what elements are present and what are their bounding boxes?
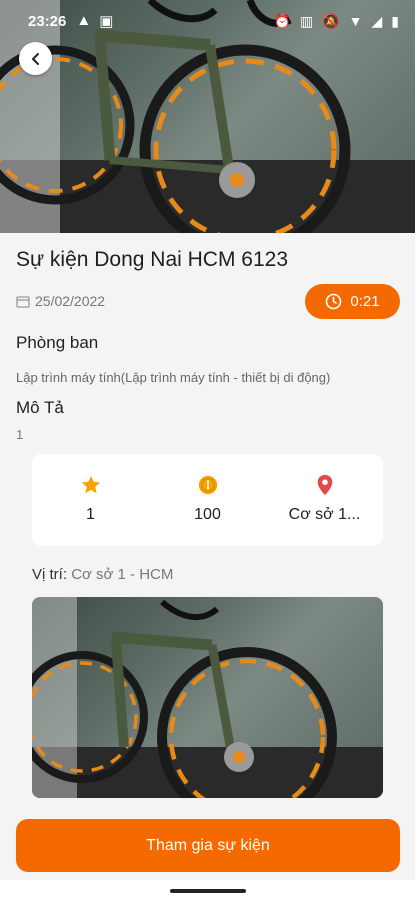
event-date-row: 25/02/2022 [16,293,105,309]
mute-icon: 🔕 [322,12,340,29]
back-button[interactable] [19,42,52,75]
stars-value: 1 [86,506,95,523]
join-event-button[interactable]: Tham gia sự kiện [16,819,400,872]
stat-stars: 1 [32,454,149,546]
coins-value: 100 [194,506,221,523]
clock-icon [326,293,342,310]
stat-coins: 100 [149,454,266,546]
vibrate-icon: ▥ [299,12,314,29]
event-date: 25/02/2022 [35,293,106,309]
battery-icon: ▮ [391,12,399,29]
alert-icon: ▲ [76,12,92,29]
chevron-left-icon [31,52,39,65]
home-gesture-handle[interactable] [170,889,246,893]
status-time: 23:26 [28,12,67,30]
description-value: 1 [16,427,24,442]
location-value: Cơ sở 1 - HCM [71,566,174,583]
countdown-text: 0:21 [350,293,380,310]
event-photo [32,597,383,798]
department-label: Phòng ban [16,333,99,352]
event-details: Sự kiện Dong Nai HCM 6123 25/02/2022 0:2… [0,233,415,900]
countdown-badge: 0:21 [305,284,400,319]
wifi-icon: ▼ [348,12,363,29]
place-value: Cơ sở 1... [288,506,361,523]
location-pin-icon [317,474,332,496]
location-label: Vị trí: [32,566,68,583]
event-title: Sự kiện Dong Nai HCM 6123 [16,248,289,271]
description-label: Mô Tả [16,398,64,417]
status-bar: 23:26 ▲ ▣ ⏰ ▥ 🔕 ▼ ◢ ▮ [0,0,415,42]
event-stats-card: 1 100 Cơ sở 1... [32,454,383,546]
alarm-icon: ⏰ [273,12,291,29]
star-icon [81,475,100,494]
calendar-icon [16,295,30,308]
signal-icon: ◢ [371,12,383,29]
stat-place: Cơ sở 1... [266,454,383,546]
department-value: Lập trình máy tính(Lập trình máy tính - … [16,370,331,385]
location-row: Vị trí: Cơ sở 1 - HCM [32,566,173,583]
clipboard-icon: ▣ [99,13,114,30]
coin-icon [198,475,217,495]
bicycle-photo [32,597,383,798]
